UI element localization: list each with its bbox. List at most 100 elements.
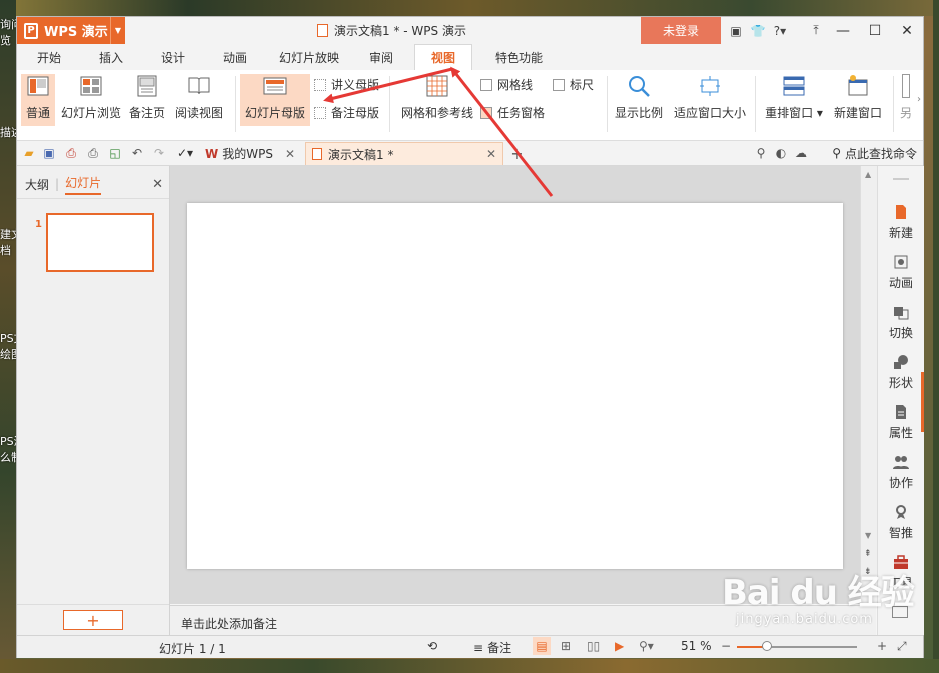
shirt-icon[interactable]: 👕 (747, 17, 769, 44)
fit-to-window-icon[interactable]: ⤢ (897, 639, 907, 654)
slide-master-label: 幻灯片母版 (244, 106, 305, 120)
handout-master-button[interactable]: 讲义母版 (314, 76, 379, 93)
tab-insert[interactable]: 插入 (87, 44, 135, 70)
task-shape[interactable]: 形状 (878, 354, 924, 391)
task-new[interactable]: 新建 (878, 204, 924, 241)
task-pane-expand-handle[interactable] (921, 372, 924, 432)
shape-icon (894, 355, 908, 369)
slide-canvas[interactable] (187, 203, 843, 569)
zoom-slider-knob[interactable] (762, 641, 772, 651)
print-icon[interactable]: ⎙ (85, 145, 101, 161)
reading-view-button[interactable]: 阅读视图 (173, 74, 225, 121)
slideshow-play-icon[interactable]: ▶ (615, 639, 624, 653)
zoom-button[interactable]: 显示比例 (613, 74, 665, 121)
pin-icon[interactable]: ⤒ (805, 17, 827, 44)
overflow-item-icon (902, 74, 910, 98)
gridlines-checkbox[interactable]: 网格线 (480, 76, 533, 93)
grid-guides-button[interactable]: 网格和参考线 (399, 74, 475, 121)
pointer-options-icon[interactable]: ⚲▾ (639, 639, 654, 653)
ruler-checkbox[interactable]: 标尺 (553, 76, 594, 93)
clear-format-icon[interactable]: ⚲ (753, 145, 769, 161)
save-icon[interactable]: ▣ (41, 145, 57, 161)
task-pane-checkbox[interactable]: 任务窗格 (480, 104, 545, 121)
slide-master-icon (263, 77, 287, 95)
normal-view-button[interactable]: 普通 (21, 74, 55, 126)
ruler-checkbox-box[interactable] (553, 78, 565, 91)
gridlines-checkbox-box[interactable] (480, 78, 492, 91)
new-window-button[interactable]: 新建窗口 (831, 74, 885, 121)
scroll-down-icon[interactable]: ▼ (865, 531, 871, 540)
tab-slideshow[interactable]: 幻灯片放映 (271, 44, 347, 70)
print-preview-icon[interactable]: ◱ (107, 145, 123, 161)
arrange-window-button[interactable]: 重排窗口 ▾ (763, 74, 825, 121)
notes-master-label: 备注母版 (331, 106, 380, 120)
redo-icon[interactable]: ↷ (151, 145, 167, 161)
tab-review[interactable]: 审阅 (357, 44, 405, 70)
undo-icon[interactable]: ↶ (129, 145, 145, 161)
cloud-icon[interactable]: ☁ (793, 145, 809, 161)
tab-slides[interactable]: 幻灯片 (65, 174, 102, 195)
notes-master-button[interactable]: 备注母版 (314, 104, 379, 121)
command-search[interactable]: ⚲ 点此查找命令 (832, 141, 917, 165)
customize-toolbar-icon[interactable]: ✓▾ (177, 145, 193, 161)
task-properties[interactable]: 属性 (878, 404, 924, 441)
close-icon[interactable]: ✕ (891, 17, 923, 44)
notes-page-button[interactable]: 备注页 (127, 74, 167, 121)
tab-design[interactable]: 设计 (149, 44, 197, 70)
notes-toggle-label: 备注 (487, 641, 512, 655)
fit-window-button[interactable]: 适应窗口大小 (672, 74, 748, 121)
zoom-in-icon[interactable]: + (877, 639, 887, 653)
tab-special-features[interactable]: 特色功能 (479, 44, 559, 70)
history-icon[interactable]: ⟲ (427, 639, 437, 653)
title-bar: P WPS 演示 ▼ 演示文稿1 * - WPS 演示 未登录 ▣ 👕 ? ▾ ⤒… (17, 17, 923, 44)
zoom-slider[interactable] (737, 641, 857, 651)
ribbon-overflow-item[interactable]: 另 (899, 74, 913, 121)
people-icon (893, 456, 909, 469)
previous-slide-icon[interactable]: ⇞ (864, 549, 872, 559)
slide-thumbnail[interactable] (46, 213, 154, 272)
tab-view[interactable]: 视图 (414, 44, 472, 71)
bookmark-icon[interactable]: ◐ (773, 145, 789, 161)
close-icon[interactable]: ✕ (486, 147, 496, 161)
task-collaborate-label: 协作 (888, 476, 913, 490)
vertical-scrollbar[interactable]: ▲ ▼ ⇞ ⇟ (860, 166, 877, 604)
minimize-icon[interactable]: — (827, 17, 859, 44)
drag-handle[interactable] (893, 178, 909, 180)
task-collaborate[interactable]: 协作 (878, 454, 924, 491)
task-transition[interactable]: 切换 (878, 304, 924, 341)
task-smart-recommend[interactable]: 智推 (878, 504, 924, 541)
scroll-up-icon[interactable]: ▲ (865, 170, 871, 179)
tab-animation[interactable]: 动画 (211, 44, 259, 70)
zoom-out-icon[interactable]: − (721, 639, 731, 653)
new-window-icon (848, 75, 868, 96)
slide-browse-button[interactable]: 幻灯片浏览 (59, 74, 123, 121)
notes-toggle[interactable]: ≡ 备注 (473, 639, 511, 656)
ribbon-scroll-right-icon[interactable]: › (917, 94, 921, 105)
slide-sorter-status-icon[interactable]: ⊞ (561, 639, 571, 653)
pdf-export-icon[interactable]: ⎙ (63, 145, 79, 161)
notes-page-label: 备注页 (128, 106, 165, 120)
skin-icon[interactable]: ▣ (725, 17, 747, 44)
zoom-percent: 51 % (681, 639, 712, 653)
slides-pane-tabs: 大纲 | 幻灯片 ✕ (17, 172, 169, 196)
task-pane-checkbox-box[interactable] (480, 106, 492, 119)
tab-home[interactable]: 开始 (25, 44, 73, 70)
doc-tab-my-wps[interactable]: W 我的WPS ✕ (205, 142, 301, 165)
app-menu-button[interactable]: P WPS 演示 ▼ (17, 17, 125, 44)
help-icon[interactable]: ? ▾ (769, 17, 791, 44)
slide-master-button[interactable]: 幻灯片母版 (240, 74, 310, 126)
new-tab-plus-icon[interactable]: + (509, 144, 525, 163)
task-animation[interactable]: 动画 (878, 254, 924, 291)
reading-view-status-icon[interactable]: ▯▯ (587, 639, 600, 653)
tab-outline[interactable]: 大纲 (25, 176, 49, 193)
open-folder-icon[interactable]: ▰ (21, 145, 37, 161)
login-button[interactable]: 未登录 (641, 17, 721, 44)
doc-tab-presentation[interactable]: 演示文稿1 * ✕ (305, 142, 503, 165)
maximize-icon[interactable]: ☐ (859, 17, 891, 44)
chevron-down-icon[interactable]: ▼ (109, 17, 121, 44)
close-icon[interactable]: ✕ (285, 147, 295, 161)
normal-view-status-icon[interactable]: ▤ (533, 637, 551, 655)
add-slide-button[interactable]: + (63, 610, 123, 630)
close-icon[interactable]: ✕ (152, 177, 163, 192)
properties-icon (896, 405, 906, 419)
